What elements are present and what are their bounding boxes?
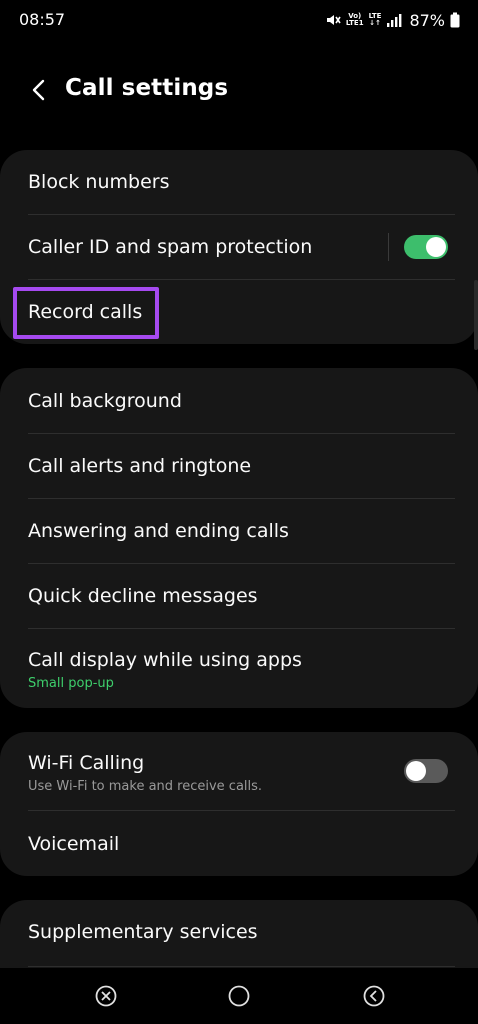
wifi-calling-item[interactable]: Wi-Fi Calling Use Wi-Fi to make and rece… [0, 732, 478, 810]
quick-decline-label: Quick decline messages [28, 585, 258, 607]
lte-arrows-icon: ↓↑ [369, 19, 381, 27]
toggle-knob [426, 237, 446, 257]
caller-id-label: Caller ID and spam protection [28, 236, 313, 258]
volte-bottom: LTE1 [345, 19, 364, 27]
highlight-annotation [13, 287, 159, 339]
call-alerts-item[interactable]: Call alerts and ringtone [0, 434, 478, 498]
quick-decline-item[interactable]: Quick decline messages [0, 564, 478, 628]
back-nav-button[interactable] [360, 982, 388, 1010]
mute-icon [326, 15, 341, 25]
close-circle-icon [95, 985, 117, 1007]
call-alerts-label: Call alerts and ringtone [28, 455, 252, 477]
lte-indicator: LTE ↓↑ [369, 13, 382, 27]
battery-percentage: 87% [409, 10, 445, 30]
status-icons: Vo) LTE1 LTE ↓↑ 87% [325, 8, 460, 32]
home-circle-icon [228, 985, 250, 1007]
voicemail-label: Voicemail [28, 833, 120, 855]
wifi-calling-toggle[interactable] [404, 759, 448, 783]
signal-icon [387, 14, 402, 27]
app-header: Call settings [0, 62, 478, 118]
supplementary-services-item[interactable]: Supplementary services [0, 900, 478, 966]
call-background-label: Call background [28, 390, 182, 412]
answering-ending-item[interactable]: Answering and ending calls [0, 499, 478, 563]
divider [28, 966, 455, 967]
wifi-calling-sub: Use Wi-Fi to make and receive calls. [28, 779, 263, 794]
block-numbers-item[interactable]: Block numbers [0, 150, 478, 215]
call-display-label: Call display while using apps [28, 649, 302, 671]
caller-id-item[interactable]: Caller ID and spam protection [0, 215, 478, 280]
navigation-bar [0, 968, 478, 1024]
call-background-item[interactable]: Call background [0, 368, 478, 433]
page-title: Call settings [65, 75, 229, 101]
back-circle-icon [363, 985, 385, 1007]
back-button[interactable] [22, 74, 54, 106]
settings-group-2: Call background Call alerts and ringtone… [0, 368, 478, 708]
toggle-separator [388, 233, 389, 261]
answering-ending-label: Answering and ending calls [28, 520, 289, 542]
supplementary-services-label: Supplementary services [28, 921, 258, 943]
status-time: 08:57 [19, 10, 66, 29]
voicemail-item[interactable]: Voicemail [0, 811, 478, 876]
recents-button[interactable] [92, 982, 120, 1010]
caller-id-toggle[interactable] [404, 235, 448, 259]
block-numbers-label: Block numbers [28, 171, 170, 193]
volte-indicator: Vo) LTE1 [346, 13, 364, 27]
wifi-calling-label: Wi-Fi Calling [28, 752, 145, 774]
call-display-sub: Small pop-up [28, 676, 114, 691]
status-bar: 08:57 Vo) LTE1 LTE ↓↑ 87% [0, 0, 478, 40]
battery-icon [450, 12, 460, 28]
chevron-left-icon [32, 79, 45, 101]
scrollbar[interactable] [474, 280, 478, 350]
call-display-item[interactable]: Call display while using apps Small pop-… [0, 629, 478, 708]
toggle-knob [406, 761, 426, 781]
settings-group-3: Wi-Fi Calling Use Wi-Fi to make and rece… [0, 732, 478, 876]
home-button[interactable] [225, 982, 253, 1010]
